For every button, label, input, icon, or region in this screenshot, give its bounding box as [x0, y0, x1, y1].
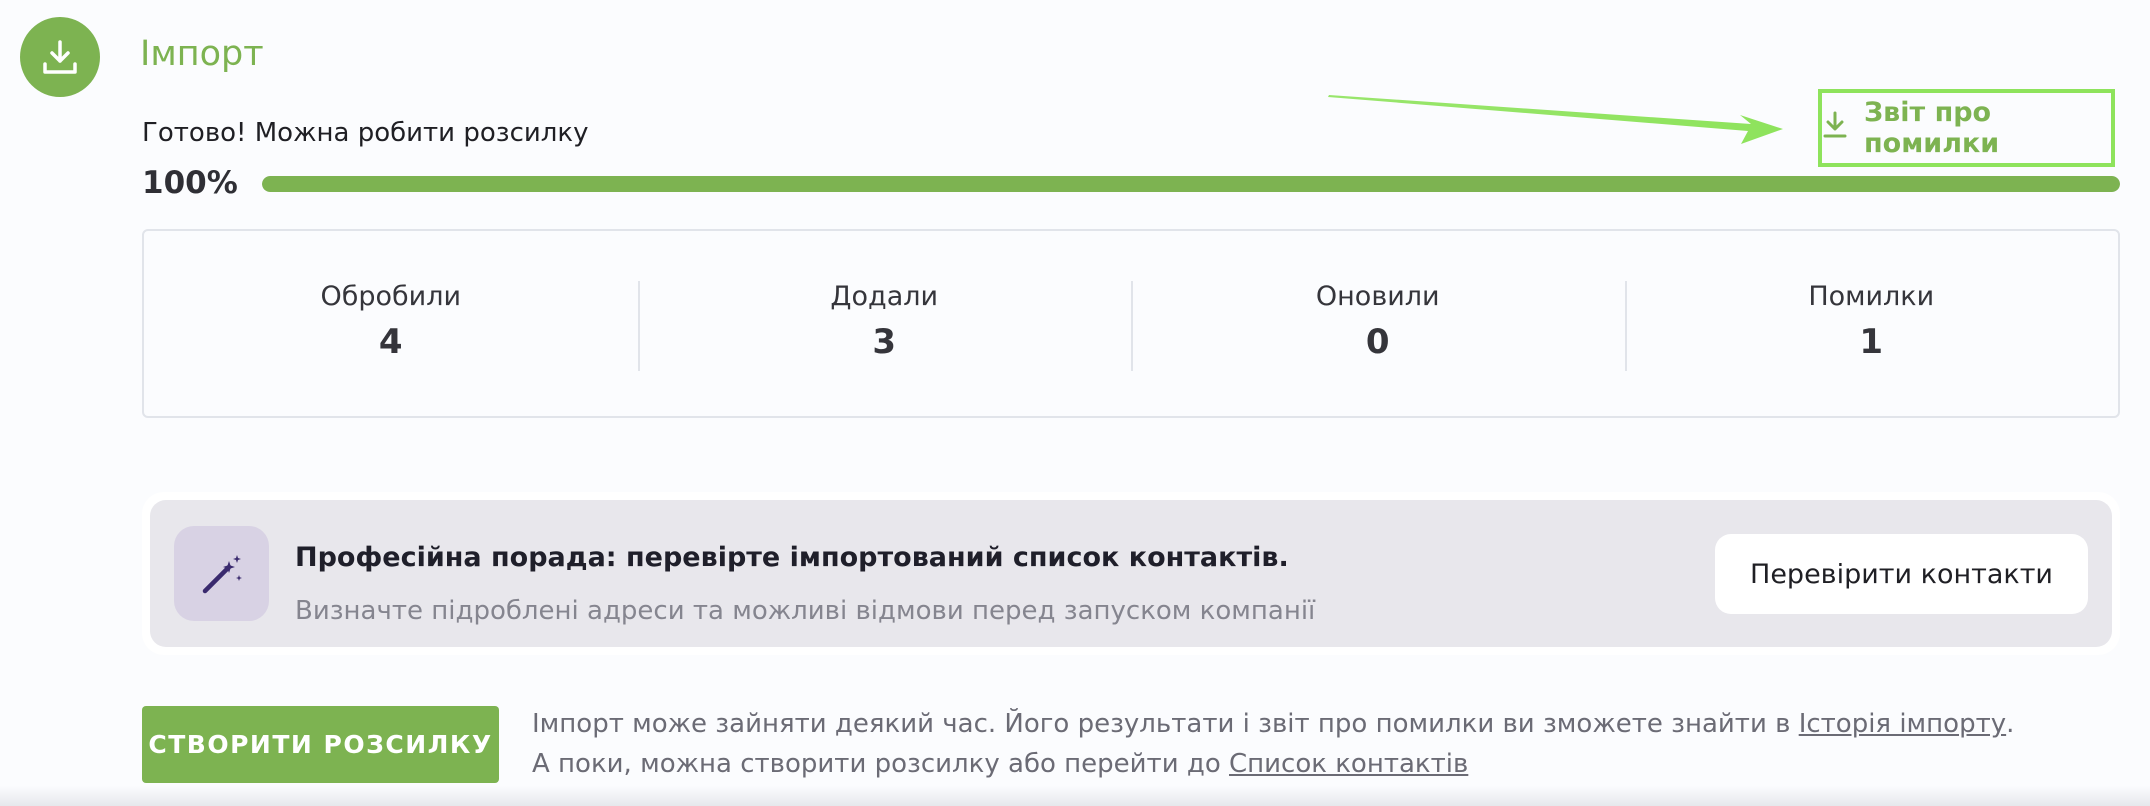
create-mailing-button[interactable]: СТВОРИТИ РОЗСИЛКУ	[142, 706, 499, 783]
stat-value: 4	[378, 322, 403, 362]
error-report-label: Звіт про помилки	[1864, 97, 2000, 159]
page-title: Імпорт	[140, 34, 264, 74]
info-text: Імпорт може зайняти деякий час. Його рез…	[532, 709, 1799, 739]
stat-value: 3	[872, 322, 897, 362]
import-info-text: Імпорт може зайняти деякий час. Його рез…	[532, 704, 2014, 784]
progress-percent: 100%	[142, 165, 238, 201]
pro-tip-card: Професійна порада: перевірте імпортовани…	[142, 492, 2120, 655]
stat-value: 1	[1859, 322, 1884, 362]
info-text-end: .	[2006, 709, 2015, 739]
info-text: А поки, можна створити розсилку або пере…	[532, 749, 1229, 779]
check-contacts-button[interactable]: Перевірити контакти	[1715, 534, 2088, 614]
import-history-link[interactable]: Історія імпорту	[1799, 709, 2006, 739]
import-stats-panel: Обробили 4 Додали 3 Оновили 0 Помилки 1	[142, 229, 2120, 418]
stat-label: Додали	[830, 281, 939, 312]
stat-label: Обробили	[320, 281, 462, 312]
progress-bar	[262, 176, 2120, 192]
tip-title: Професійна порада: перевірте імпортовани…	[295, 542, 1289, 573]
download-icon	[20, 17, 100, 97]
info-line-2: А поки, можна створити розсилку або пере…	[532, 744, 2014, 784]
stat-label: Помилки	[1808, 281, 1935, 312]
stat-label: Оновили	[1315, 281, 1440, 312]
bottom-shadow	[0, 786, 2150, 806]
info-line-1: Імпорт може зайняти деякий час. Його рез…	[532, 704, 2014, 744]
progress-fill	[262, 176, 2120, 192]
magic-wand-icon	[174, 526, 269, 621]
import-status-text: Готово! Можна робити розсилку	[142, 118, 589, 148]
stat-processed: Обробили 4	[144, 231, 638, 416]
stat-added: Додали 3	[637, 231, 1132, 416]
contact-list-link[interactable]: Список контактів	[1229, 749, 1468, 779]
stat-updated: Оновили 0	[1131, 231, 1625, 416]
stat-value: 0	[1365, 322, 1390, 362]
tip-description: Визначте підроблені адреси та можливі ві…	[295, 596, 1316, 626]
error-report-link[interactable]: Звіт про помилки	[1818, 89, 2115, 167]
annotation-arrow	[1328, 95, 1783, 144]
pro-tip-body: Професійна порада: перевірте імпортовани…	[150, 500, 2112, 647]
stat-errors: Помилки 1	[1624, 231, 2119, 416]
download-icon	[1822, 111, 1848, 146]
